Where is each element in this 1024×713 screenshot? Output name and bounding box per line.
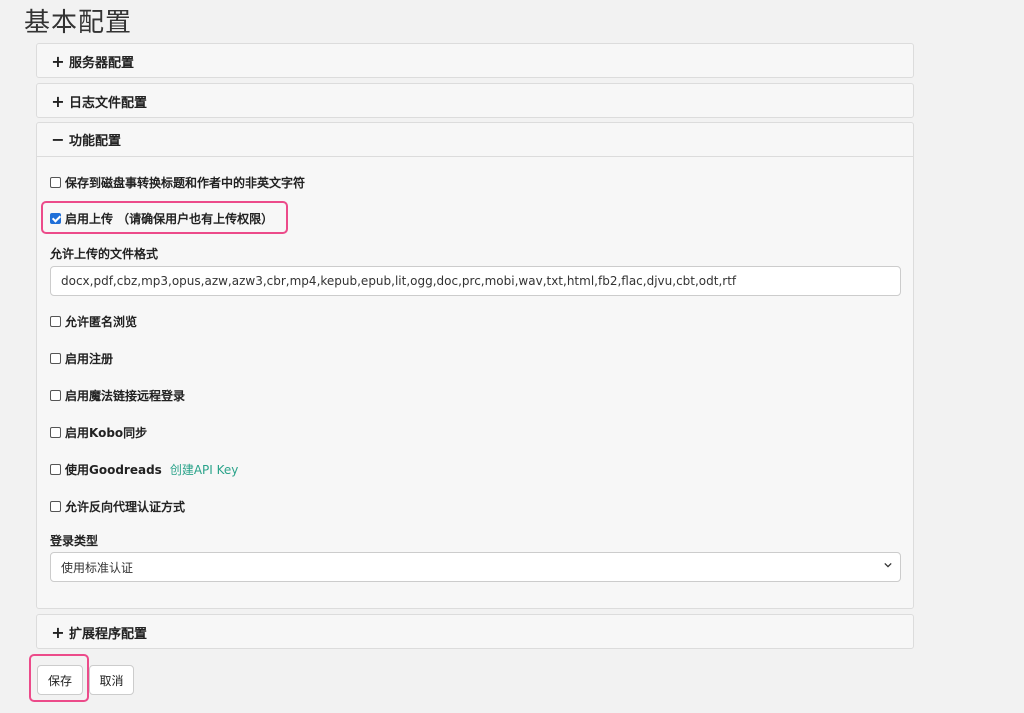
reverse-proxy-label: 允许反向代理认证方式 xyxy=(65,500,186,514)
panel-header-log-config[interactable]: + 日志文件配置 xyxy=(37,84,913,118)
page-title: 基本配置 xyxy=(24,8,133,38)
enable-register-label: 启用注册 xyxy=(65,352,114,366)
plus-icon: + xyxy=(51,622,65,642)
plus-icon: + xyxy=(51,51,65,71)
panel-extension-config: + 扩展程序配置 xyxy=(36,614,914,649)
panel-server-config: + 服务器配置 xyxy=(36,43,914,78)
upload-formats-label: 允许上传的文件格式 xyxy=(50,247,159,261)
magic-link-checkbox[interactable] xyxy=(50,390,61,401)
goodreads-option[interactable]: 使用Goodreads 创建API Key xyxy=(50,461,238,478)
chevron-down-icon xyxy=(884,562,892,568)
plus-icon: + xyxy=(51,91,65,111)
panel-title-log-config: 日志文件配置 xyxy=(69,95,148,111)
kobo-sync-checkbox[interactable] xyxy=(50,427,61,438)
create-api-key-link[interactable]: 创建API Key xyxy=(170,461,239,478)
anonymous-browse-option[interactable]: 允许匿名浏览 xyxy=(50,313,137,330)
panel-feature-config: − 功能配置 保存到磁盘事转换标题和作者中的非英文字符 启用上传 （请确保用户也… xyxy=(36,122,914,609)
reverse-proxy-option[interactable]: 允许反向代理认证方式 xyxy=(50,498,185,515)
reverse-proxy-checkbox[interactable] xyxy=(50,501,61,512)
panel-header-feature-config[interactable]: − 功能配置 xyxy=(37,123,913,157)
magic-link-label: 启用魔法链接远程登录 xyxy=(65,389,186,403)
cancel-button[interactable]: 取消 xyxy=(89,665,134,695)
kobo-sync-option[interactable]: 启用Kobo同步 xyxy=(50,424,147,441)
anonymous-browse-checkbox[interactable] xyxy=(50,316,61,327)
convert-non-english-option[interactable]: 保存到磁盘事转换标题和作者中的非英文字符 xyxy=(50,174,305,191)
convert-non-english-checkbox[interactable] xyxy=(50,177,61,188)
login-type-select[interactable]: 使用标准认证 xyxy=(50,552,901,582)
upload-formats-input[interactable] xyxy=(50,266,901,296)
enable-register-option[interactable]: 启用注册 xyxy=(50,350,113,367)
magic-link-option[interactable]: 启用魔法链接远程登录 xyxy=(50,387,185,404)
kobo-sync-label: 启用Kobo同步 xyxy=(65,426,148,440)
panel-title-feature-config: 功能配置 xyxy=(69,134,122,149)
panel-title-extension-config: 扩展程序配置 xyxy=(69,626,148,642)
panel-log-config: + 日志文件配置 xyxy=(36,83,914,118)
goodreads-checkbox[interactable] xyxy=(50,464,61,475)
enable-register-checkbox[interactable] xyxy=(50,353,61,364)
login-type-value: 使用标准认证 xyxy=(61,560,134,575)
panel-title-server-config: 服务器配置 xyxy=(69,55,135,71)
panel-header-extension-config[interactable]: + 扩展程序配置 xyxy=(37,615,913,649)
enable-upload-highlight xyxy=(41,201,288,234)
goodreads-label: 使用Goodreads xyxy=(65,463,162,477)
login-type-label: 登录类型 xyxy=(50,534,99,548)
convert-non-english-label: 保存到磁盘事转换标题和作者中的非英文字符 xyxy=(65,176,306,190)
minus-icon: − xyxy=(51,130,65,149)
save-button[interactable]: 保存 xyxy=(37,665,83,695)
panel-header-server-config[interactable]: + 服务器配置 xyxy=(37,44,913,78)
anonymous-browse-label: 允许匿名浏览 xyxy=(65,315,138,329)
